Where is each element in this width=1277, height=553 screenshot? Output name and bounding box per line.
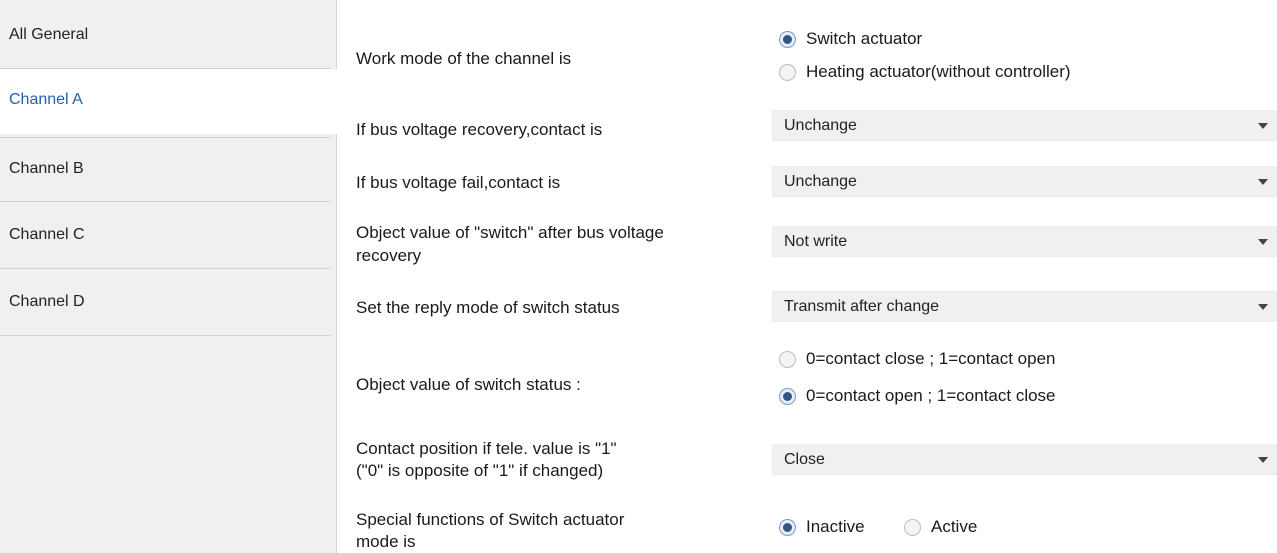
switch-after-recovery-label-line1: Object value of "switch" after bus volta… (356, 223, 664, 242)
tab-label: Channel C (9, 226, 85, 243)
chevron-down-icon (1258, 239, 1268, 245)
reply-mode-label: Set the reply mode of switch status (356, 298, 620, 317)
sidebar: All General Channel A Channel B Channel … (0, 0, 337, 553)
tab-label: All General (9, 26, 89, 43)
special-functions-label-line2: mode is (356, 532, 416, 551)
special-functions-active-radio[interactable]: Active (904, 517, 977, 537)
chevron-down-icon (1258, 457, 1268, 463)
chevron-down-icon (1258, 304, 1268, 310)
bus-recovery-dropdown[interactable]: Unchange (772, 110, 1277, 141)
dropdown-value: Not write (784, 232, 848, 250)
contact-position-label-line1: Contact position if tele. value is "1" (356, 439, 617, 458)
dropdown-value: Close (784, 450, 825, 468)
bus-fail-label: If bus voltage fail,contact is (356, 173, 561, 192)
switch-after-recovery-dropdown[interactable]: Not write (772, 226, 1277, 257)
tab-channel-a[interactable]: Channel A (0, 69, 337, 134)
contact-position-dropdown[interactable]: Close (772, 444, 1277, 475)
tab-channel-c[interactable]: Channel C (0, 204, 331, 269)
special-functions-inactive-radio[interactable]: Inactive (779, 517, 865, 537)
radio-label: Active (931, 517, 978, 536)
tab-all-general[interactable]: All General (0, 4, 331, 69)
switch-after-recovery-label-line2: recovery (356, 246, 422, 265)
radio-selected-icon (779, 387, 796, 405)
bus-recovery-label: If bus voltage recovery,contact is (356, 120, 603, 139)
switch-status-value-label: Object value of switch status : (356, 375, 581, 394)
radio-selected-icon (779, 30, 796, 48)
dropdown-value: Unchange (784, 116, 857, 134)
radio-selected-icon (779, 518, 796, 536)
radio-label: Switch actuator (806, 29, 923, 48)
work-mode-heating-actuator-radio[interactable]: Heating actuator(without controller) (779, 62, 1071, 82)
tab-label: Channel D (9, 293, 85, 310)
tab-channel-d[interactable]: Channel D (0, 271, 331, 336)
radio-unselected-icon (904, 518, 921, 536)
dropdown-value: Unchange (784, 172, 857, 190)
radio-label: Inactive (806, 517, 865, 536)
tab-label: Channel B (9, 160, 84, 177)
work-mode-switch-actuator-radio[interactable]: Switch actuator (779, 29, 922, 49)
switch-status-open-close-radio[interactable]: 0=contact open ; 1=contact close (779, 386, 1056, 406)
radio-label: Heating actuator(without controller) (806, 62, 1071, 81)
dropdown-value: Transmit after change (784, 297, 940, 315)
radio-label: 0=contact close ; 1=contact open (806, 349, 1056, 368)
reply-mode-dropdown[interactable]: Transmit after change (772, 291, 1277, 322)
work-mode-label: Work mode of the channel is (356, 49, 572, 68)
tab-channel-b[interactable]: Channel B (0, 137, 331, 202)
radio-unselected-icon (779, 350, 796, 368)
special-functions-label-line1: Special functions of Switch actuator (356, 510, 625, 529)
radio-unselected-icon (779, 63, 796, 81)
bus-fail-dropdown[interactable]: Unchange (772, 166, 1277, 197)
chevron-down-icon (1258, 123, 1268, 129)
contact-position-label-line2: ("0" is opposite of "1" if changed) (356, 461, 604, 480)
tab-label: Channel A (9, 91, 83, 108)
chevron-down-icon (1258, 179, 1268, 185)
switch-status-close-open-radio[interactable]: 0=contact close ; 1=contact open (779, 349, 1056, 369)
radio-label: 0=contact open ; 1=contact close (806, 386, 1056, 405)
